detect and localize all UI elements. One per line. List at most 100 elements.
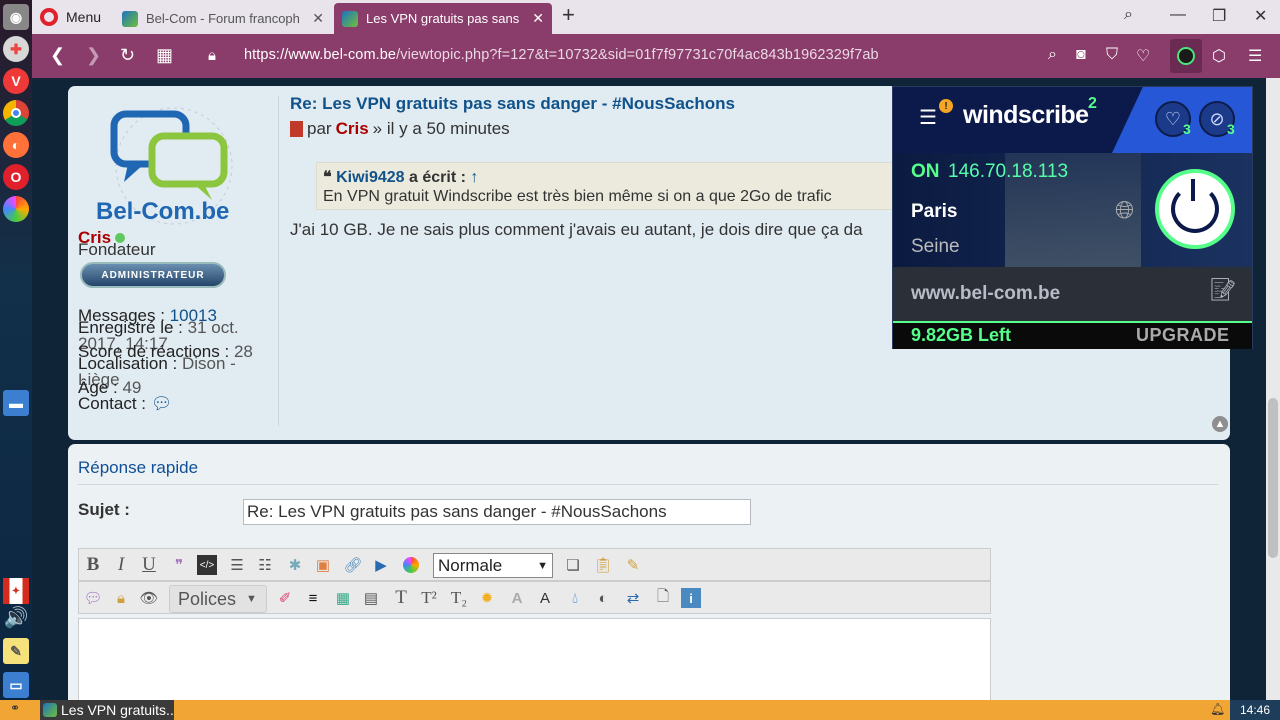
globe-icon[interactable]: 🌐︎ xyxy=(1115,197,1134,225)
box-icon[interactable]: ▤ xyxy=(361,588,381,608)
app-launcher-icon[interactable]: ✚ xyxy=(3,36,29,62)
list-item-icon[interactable]: ✱ xyxy=(285,555,305,575)
network-icon[interactable]: ⚭ xyxy=(10,701,20,715)
extensions-cube-icon[interactable]: ⬡ xyxy=(1212,46,1226,66)
hamburger-menu-icon[interactable]: ☰ xyxy=(919,105,937,130)
bold-icon[interactable]: B xyxy=(83,554,103,575)
table-icon[interactable]: ▦ xyxy=(333,588,353,608)
notification-bell-icon[interactable]: 🔔︎ xyxy=(1210,702,1225,716)
message-textarea[interactable] xyxy=(78,618,991,700)
tab-belcom-forum[interactable]: Bel-Com - Forum francoph ✕ xyxy=(114,3,332,34)
superscript-icon[interactable]: T² xyxy=(419,588,439,608)
video-icon[interactable]: ▶ xyxy=(371,555,391,575)
quote-source-link[interactable]: ↑ xyxy=(470,169,478,186)
contrast-icon[interactable]: ◐ xyxy=(593,588,613,608)
close-window-icon[interactable]: ✕ xyxy=(1254,6,1267,26)
contact-label: Contact : xyxy=(78,394,147,413)
forward-icon[interactable]: ❯ xyxy=(86,45,101,66)
quote-author[interactable]: Kiwi9428 xyxy=(336,169,404,186)
outline-text-icon[interactable]: A xyxy=(535,588,555,608)
folder-icon[interactable]: ▬ xyxy=(3,390,29,416)
taskbar-app-opera[interactable]: Les VPN gratuits... xyxy=(40,700,174,720)
numbered-list-icon[interactable]: ☷ xyxy=(255,555,275,575)
subject-input[interactable] xyxy=(243,499,751,525)
speed-dial-icon[interactable]: ▦ xyxy=(156,45,173,66)
font-family-dropdown[interactable]: Polices ▼ xyxy=(169,585,267,613)
opera-icon[interactable]: O xyxy=(3,164,29,190)
swap-icon[interactable]: ⇄ xyxy=(623,588,643,608)
editor-toolbar-row-1: B I U ❞ </> ☰ ☷ ✱ ▣ 🔗︎ ▶ Normale ▼ ❏ 📋︎ ✎ xyxy=(78,548,991,581)
search-icon[interactable]: ⌕ xyxy=(1048,46,1057,64)
url-field[interactable]: https://www.bel-com.be/viewtopic.php?f=1… xyxy=(244,47,879,63)
glow-icon[interactable]: ✹ xyxy=(477,588,497,608)
new-tab-button[interactable]: + xyxy=(562,2,575,28)
post-author[interactable]: Cris xyxy=(336,119,369,139)
reload-icon[interactable]: ↻ xyxy=(120,45,135,66)
image-icon[interactable]: ▣ xyxy=(313,555,333,575)
adblock-icon[interactable]: ⛉ xyxy=(1106,46,1118,64)
screen-icon[interactable]: ▭ xyxy=(3,672,29,698)
font-size-select[interactable]: Normale ▼ xyxy=(433,553,553,578)
power-button[interactable] xyxy=(1155,169,1235,249)
close-icon[interactable]: ✕ xyxy=(312,10,324,27)
camera-icon[interactable]: ◉ xyxy=(3,4,29,30)
windscribe-logo-sup: 2 xyxy=(1088,95,1097,112)
firefox-icon[interactable]: ◐ xyxy=(3,132,29,158)
post-icon[interactable] xyxy=(290,121,303,137)
windscribe-popup: ☰ ! windscribe 2 ♡ 3 ⊘ 3 ON 146.70.18.11… xyxy=(892,86,1253,349)
back-to-top-icon[interactable]: ▲ xyxy=(1212,416,1228,432)
copy-icon[interactable]: ❏ xyxy=(563,555,583,575)
info-icon[interactable]: i xyxy=(681,588,701,608)
highlight-icon[interactable]: ✐ xyxy=(275,588,295,608)
justify-icon[interactable]: ≡ xyxy=(303,588,323,608)
tab-vpn-gratuits[interactable]: Les VPN gratuits pas sans ✕ xyxy=(334,3,552,34)
chrome-icon[interactable] xyxy=(3,100,29,126)
maximize-icon[interactable]: ❐ xyxy=(1212,6,1226,26)
color-wheel-icon[interactable] xyxy=(401,555,421,575)
quote-bubble-icon[interactable]: ❞ xyxy=(169,555,189,575)
ip-address: 146.70.18.113 xyxy=(948,161,1069,182)
paste-text-icon[interactable]: ✎ xyxy=(623,555,643,575)
post-title[interactable]: Re: Les VPN gratuits pas sans danger - #… xyxy=(290,94,735,114)
page-scrollbar[interactable] xyxy=(1266,78,1280,700)
code-icon[interactable]: </> xyxy=(197,555,217,575)
canada-flag-icon[interactable]: ✦ xyxy=(3,578,29,604)
windscribe-extension-button[interactable] xyxy=(1170,39,1202,73)
easy-setup-icon[interactable]: ☰ xyxy=(1248,46,1262,66)
opera-menu-button[interactable]: Menu xyxy=(40,6,101,28)
bullet-list-icon[interactable]: ☰ xyxy=(227,555,247,575)
notification-badge[interactable]: ! xyxy=(939,99,953,113)
lock-content-icon[interactable]: 🔒︎ xyxy=(111,588,131,608)
location-city[interactable]: Paris xyxy=(911,201,957,223)
contact-bubble-icon[interactable]: 💬︎ xyxy=(151,394,173,413)
underline-icon[interactable]: U xyxy=(139,554,159,575)
volume-icon[interactable]: 🔊 xyxy=(3,604,29,630)
color-app-icon[interactable] xyxy=(3,196,29,222)
close-icon[interactable]: ✕ xyxy=(532,10,544,27)
minimize-icon[interactable]: — xyxy=(1170,6,1186,24)
font-type-icon[interactable]: T xyxy=(391,587,411,608)
drop-icon[interactable]: 💧︎ xyxy=(565,588,585,608)
site-notes-icon[interactable]: 📝︎ xyxy=(1209,277,1237,303)
snapshot-icon[interactable]: ◙ xyxy=(1076,46,1086,64)
scrollbar-thumb[interactable] xyxy=(1268,398,1278,558)
heart-icon[interactable]: ♡ xyxy=(1136,46,1150,66)
vivaldi-icon[interactable]: V xyxy=(3,68,29,94)
search-tabs-icon[interactable]: ⌕ xyxy=(1124,6,1133,24)
paste-icon[interactable]: 📋︎ xyxy=(593,555,613,575)
chevron-down-icon: ▼ xyxy=(246,593,257,605)
spoiler-icon[interactable]: 💬︎ xyxy=(83,588,103,608)
notes-icon[interactable]: ✎ xyxy=(3,638,29,664)
quote-text: En VPN gratuit Windscribe est très bien … xyxy=(323,188,832,205)
shadow-text-icon[interactable]: A xyxy=(507,588,527,608)
upgrade-button[interactable]: UPGRADE xyxy=(1136,325,1230,346)
italic-icon[interactable]: I xyxy=(111,554,131,575)
taskbar-clock[interactable]: 14:46 xyxy=(1230,700,1280,720)
address-bar: ❮ ❯ ↻ ▦ 🔒︎ https://www.bel-com.be/viewto… xyxy=(32,34,1280,78)
hide-icon[interactable]: 👁︎ xyxy=(139,588,159,608)
link-icon[interactable]: 🔗︎ xyxy=(343,555,363,575)
page-icon[interactable]: 🗋︎ xyxy=(653,588,673,608)
back-icon[interactable]: ❮ xyxy=(50,45,65,66)
subscript-icon[interactable]: T₂ xyxy=(449,588,469,608)
post-body: J'ai 10 GB. Je ne sais plus comment j'av… xyxy=(290,220,863,239)
